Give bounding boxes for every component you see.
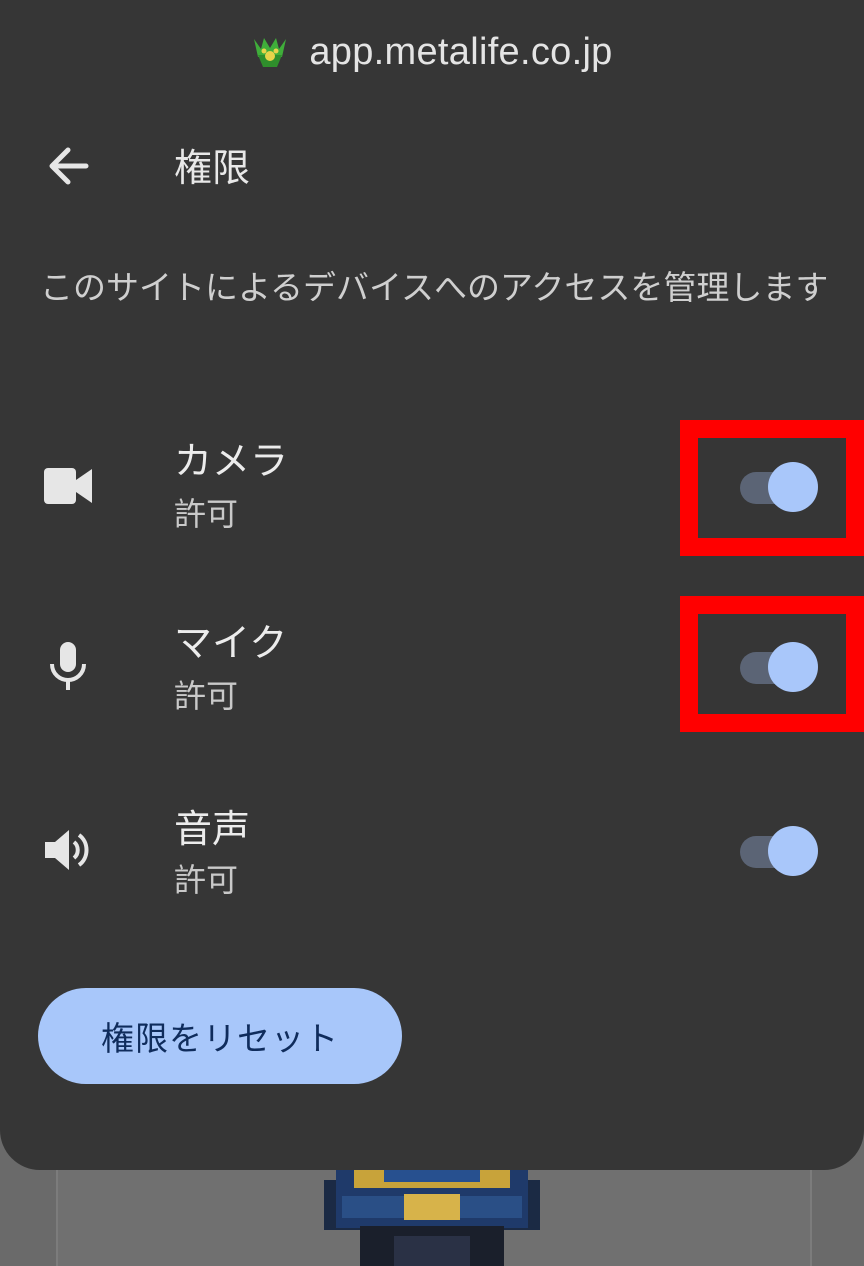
sound-toggle[interactable] <box>736 824 822 876</box>
permission-name: マイク <box>174 621 288 665</box>
microphone-toggle-highlight <box>680 596 864 732</box>
permissions-description: このサイトによるデバイスへのアクセスを管理します <box>40 268 829 307</box>
permission-name: カメラ <box>174 439 289 483</box>
site-permissions-sheet: app.metalife.co.jp 権限 このサイトによるデバイスへのアクセス… <box>0 0 864 1170</box>
camera-icon <box>38 456 98 516</box>
site-logo-icon <box>254 38 287 67</box>
speaker-icon <box>38 820 98 880</box>
arrow-back-icon <box>49 147 89 185</box>
site-header: app.metalife.co.jp <box>0 22 864 82</box>
permission-row-sound: 音声 許可 <box>0 786 864 916</box>
permission-status: 許可 <box>174 677 239 715</box>
permission-status: 許可 <box>174 495 239 533</box>
reset-permissions-button[interactable]: 権限をリセット <box>38 988 402 1084</box>
permission-name: 音声 <box>174 807 251 851</box>
page-title: 権限 <box>174 146 251 190</box>
site-url: app.metalife.co.jp <box>309 30 613 73</box>
back-button[interactable] <box>30 128 106 204</box>
camera-toggle-highlight <box>680 420 864 556</box>
microphone-icon <box>38 636 98 696</box>
permission-status: 許可 <box>174 861 239 899</box>
toggle-thumb <box>768 826 818 876</box>
